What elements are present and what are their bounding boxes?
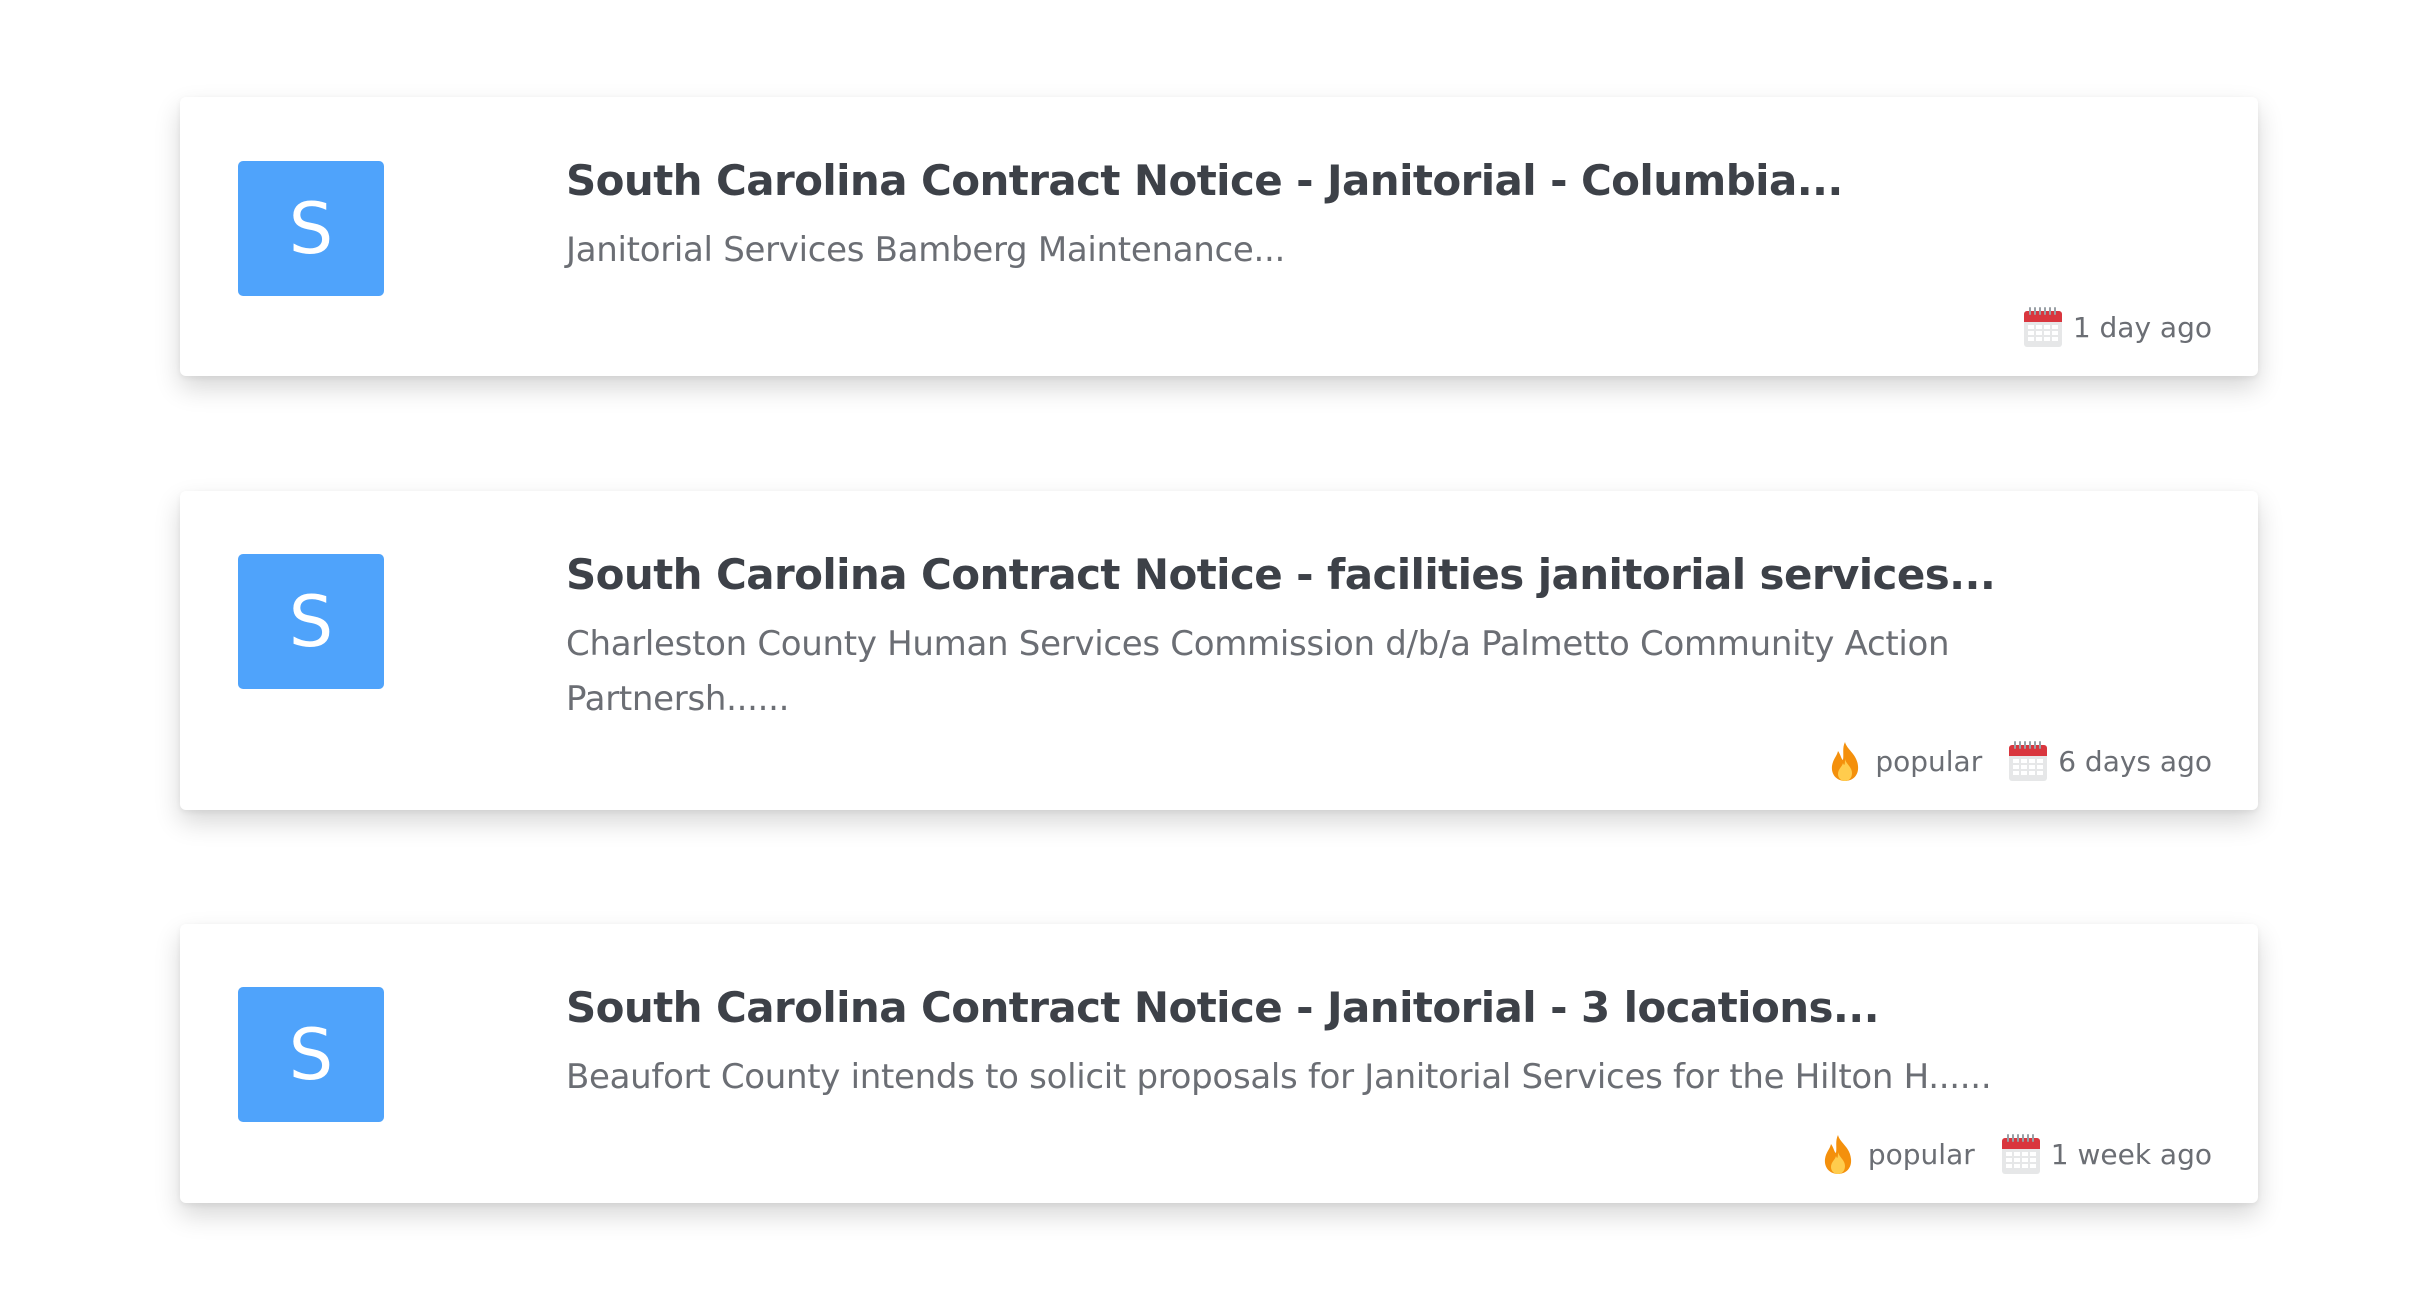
- avatar: S: [238, 554, 384, 689]
- avatar: S: [238, 987, 384, 1122]
- notice-card[interactable]: S South Carolina Contract Notice - Janit…: [180, 924, 2258, 1203]
- notice-title[interactable]: South Carolina Contract Notice - Janitor…: [566, 980, 2218, 1036]
- popular-label: popular: [1875, 744, 1983, 778]
- avatar: S: [238, 161, 384, 296]
- notice-title[interactable]: South Carolina Contract Notice - Janitor…: [566, 153, 2218, 209]
- notice-meta: 1 day ago: [2023, 306, 2212, 348]
- notice-title[interactable]: South Carolina Contract Notice - facilit…: [566, 547, 2218, 603]
- calendar-icon: [2008, 740, 2048, 782]
- date-label: 1 day ago: [2072, 310, 2212, 344]
- popular-label: popular: [1867, 1137, 1975, 1171]
- notice-body: South Carolina Contract Notice - facilit…: [566, 547, 2218, 727]
- fire-icon: [1825, 740, 1865, 782]
- notice-meta: popular: [1825, 740, 2212, 782]
- notice-description: Charleston County Human Services Commiss…: [566, 624, 1950, 719]
- date-meta: 6 days ago: [2008, 740, 2212, 782]
- date-label: 1 week ago: [2050, 1137, 2212, 1171]
- calendar-icon: [2001, 1133, 2041, 1175]
- popular-badge: popular: [1818, 1133, 1975, 1175]
- fire-icon: [1818, 1133, 1858, 1175]
- notice-description: Janitorial Services Bamberg Maintenance.…: [566, 230, 1286, 270]
- notice-meta: popular: [1818, 1133, 2212, 1175]
- calendar-icon: [2023, 306, 2063, 348]
- notice-body: South Carolina Contract Notice - Janitor…: [566, 980, 2218, 1105]
- date-meta: 1 day ago: [2023, 306, 2212, 348]
- date-meta: 1 week ago: [2001, 1133, 2212, 1175]
- popular-badge: popular: [1825, 740, 1982, 782]
- date-label: 6 days ago: [2058, 744, 2212, 778]
- notice-description: Beaufort County intends to solicit propo…: [566, 1057, 1992, 1097]
- contract-notice-list: S South Carolina Contract Notice - Janit…: [0, 0, 2421, 1293]
- notice-card[interactable]: S South Carolina Contract Notice - facil…: [180, 491, 2258, 810]
- notice-card[interactable]: S South Carolina Contract Notice - Janit…: [180, 97, 2258, 376]
- notice-body: South Carolina Contract Notice - Janitor…: [566, 153, 2218, 278]
